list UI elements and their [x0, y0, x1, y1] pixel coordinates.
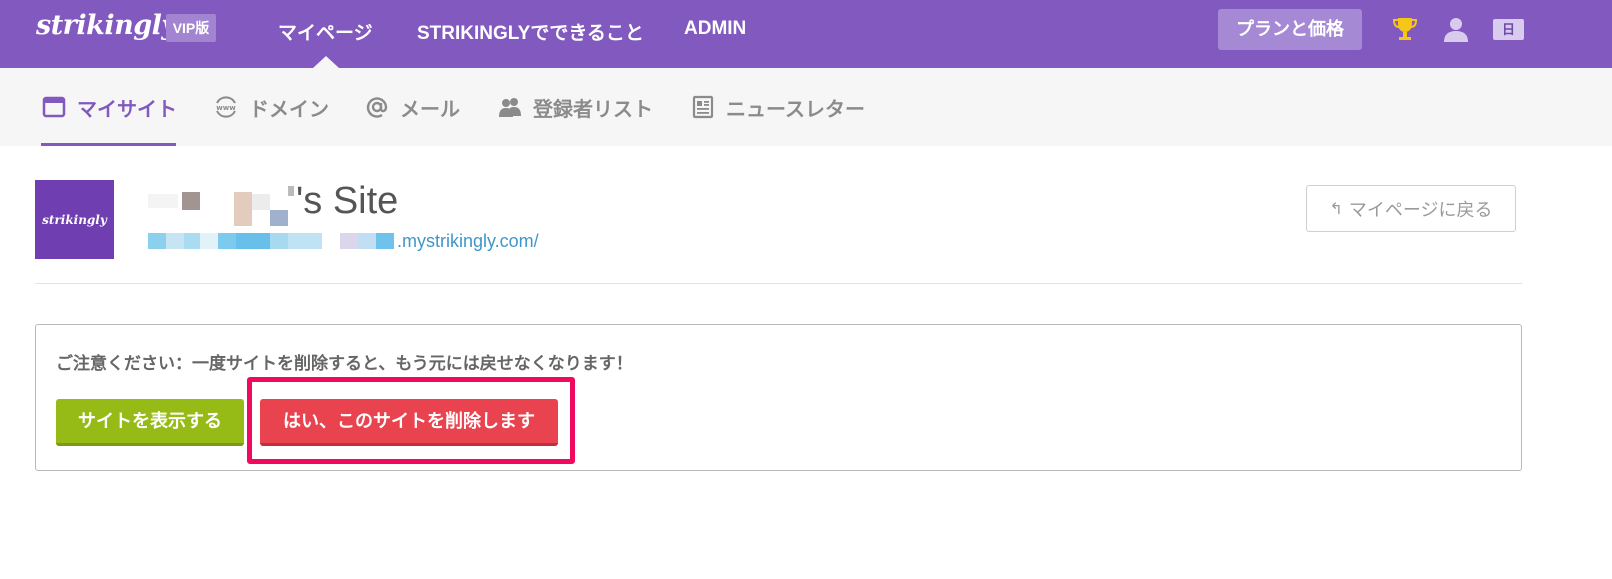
section-divider: [35, 283, 1522, 284]
tab-domain[interactable]: www ドメイン: [213, 68, 329, 146]
tab-my-sites[interactable]: マイサイト: [41, 68, 177, 146]
site-url-link[interactable]: .mystrikingly.com/: [397, 231, 539, 252]
nav-admin[interactable]: ADMIN: [684, 18, 746, 40]
newsletter-icon: [692, 95, 714, 119]
site-name: 's Site: [296, 180, 399, 222]
thumbnail-logo: strikingly: [42, 212, 107, 227]
user-icon[interactable]: [1442, 15, 1470, 43]
active-nav-pointer: [313, 56, 339, 68]
back-to-mypage-button[interactable]: ↰ マイページに戻る: [1306, 185, 1516, 232]
confirm-delete-button[interactable]: はい、このサイトを削除します: [260, 399, 558, 446]
vip-badge: VIP版: [166, 14, 216, 42]
sub-navigation: マイサイト www ドメイン メール 登録者リスト ニュースレター: [0, 68, 1612, 146]
browser-window-icon: [42, 96, 66, 118]
plan-pricing-button[interactable]: プランと価格: [1218, 9, 1362, 50]
strikingly-logo[interactable]: strikingly: [36, 10, 177, 41]
reply-arrow-icon: ↰: [1329, 200, 1343, 218]
site-thumbnail[interactable]: strikingly: [35, 180, 114, 259]
tab-subscribers[interactable]: 登録者リスト: [497, 68, 653, 146]
view-site-button[interactable]: サイトを表示する: [56, 399, 244, 446]
tab-label: ニュースレター: [726, 98, 865, 121]
top-navbar: strikingly VIP版 マイページ STRIKINGLYでできること A…: [0, 0, 1612, 68]
tab-mail[interactable]: メール: [364, 68, 460, 146]
tab-label: マイサイト: [77, 98, 177, 121]
tab-label: 登録者リスト: [533, 98, 653, 121]
www-globe-icon: www: [216, 96, 236, 118]
tab-label: ドメイン: [249, 98, 329, 121]
trophy-icon[interactable]: [1391, 15, 1419, 43]
nav-features[interactable]: STRIKINGLYでできること: [417, 18, 644, 45]
back-button-label: マイページに戻る: [1348, 199, 1493, 220]
at-sign-icon: [366, 97, 388, 118]
tab-newsletter[interactable]: ニュースレター: [690, 68, 865, 146]
users-icon: [499, 98, 521, 117]
nav-mypage[interactable]: マイページ: [278, 18, 373, 45]
tab-label: メール: [400, 98, 460, 121]
language-button[interactable]: 日: [1493, 19, 1524, 40]
svg-text:www: www: [216, 104, 236, 112]
delete-warning-message: ご注意ください：一度サイトを削除すると、もう元には戻せなくなります！: [56, 354, 633, 373]
active-tab-underline: [41, 143, 176, 146]
